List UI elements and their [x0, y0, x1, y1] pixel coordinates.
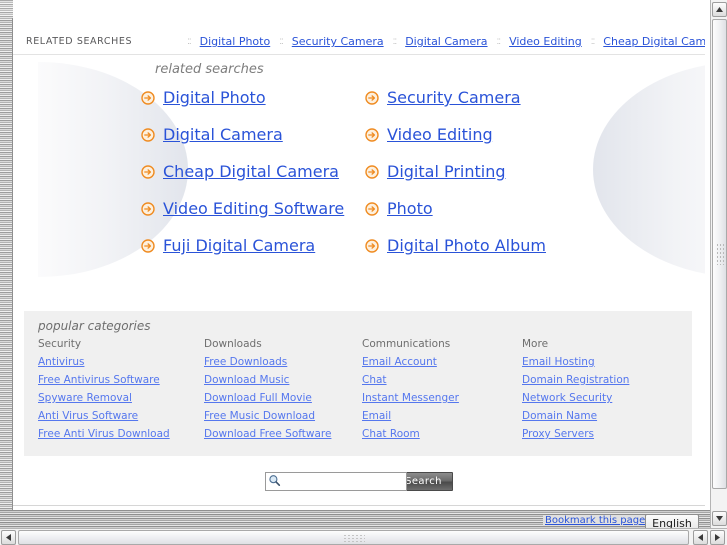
- related-search-item[interactable]: Video Editing Software: [141, 199, 365, 218]
- orange-arrow-circle-icon: [141, 90, 155, 105]
- related-search-item[interactable]: Digital Photo Album: [365, 236, 601, 255]
- category-link[interactable]: Chat: [362, 374, 522, 386]
- category-link[interactable]: Download Free Software: [204, 428, 362, 440]
- category-link[interactable]: Network Security: [522, 392, 692, 404]
- topbar-separator: ::: [392, 36, 397, 47]
- topbar-link-digital-photo[interactable]: Digital Photo: [200, 35, 271, 48]
- browser-window: RELATED SEARCHES :: Digital Photo :: Sec…: [0, 0, 727, 545]
- related-searches-grid: Digital Photo Security Camera Digital Ca…: [141, 88, 601, 255]
- scroll-down-button[interactable]: [712, 511, 727, 526]
- related-searches-block: related searches Digital Photo Security …: [141, 62, 601, 255]
- decorative-arc-right: [593, 62, 705, 277]
- topbar-separator: ::: [590, 36, 595, 47]
- orange-arrow-circle-icon: [365, 90, 379, 105]
- category-link[interactable]: Free Anti Virus Download: [38, 428, 204, 440]
- popular-categories-block: popular categories Security Antivirus Fr…: [24, 311, 692, 456]
- topbar-link-security-camera[interactable]: Security Camera: [292, 35, 384, 48]
- page-bottom-divider: [13, 505, 705, 506]
- topbar-link-video-editing[interactable]: Video Editing: [509, 35, 582, 48]
- scroll-up-button[interactable]: [712, 2, 727, 17]
- category-column-downloads: Downloads Free Downloads Download Music …: [204, 338, 362, 446]
- scroll-left-button[interactable]: [1, 530, 16, 545]
- bookmark-this-page-link[interactable]: Bookmark this page |: [543, 515, 654, 526]
- related-search-item[interactable]: Fuji Digital Camera: [141, 236, 365, 255]
- related-search-link[interactable]: Digital Camera: [163, 125, 283, 144]
- category-title: More: [522, 338, 549, 350]
- orange-arrow-circle-icon: [365, 238, 379, 253]
- related-search-link[interactable]: Video Editing Software: [163, 199, 344, 218]
- related-search-link[interactable]: Photo: [387, 199, 433, 218]
- related-searches-heading: related searches: [155, 62, 264, 77]
- orange-arrow-circle-icon: [141, 238, 155, 253]
- related-search-link[interactable]: Digital Photo: [163, 88, 266, 107]
- related-search-link[interactable]: Video Editing: [387, 125, 493, 144]
- category-link[interactable]: Download Full Movie: [204, 392, 362, 404]
- related-search-item[interactable]: Digital Camera: [141, 125, 365, 144]
- category-link[interactable]: Free Downloads: [204, 356, 362, 368]
- related-search-link[interactable]: Fuji Digital Camera: [163, 236, 315, 255]
- category-link[interactable]: Domain Name: [522, 410, 692, 422]
- popular-categories-columns: Security Antivirus Free Antivirus Softwa…: [38, 338, 692, 446]
- related-search-item[interactable]: Video Editing: [365, 125, 601, 144]
- related-search-link[interactable]: Cheap Digital Camera: [163, 162, 339, 181]
- orange-arrow-circle-icon: [141, 127, 155, 142]
- topbar-separator: ::: [279, 36, 283, 47]
- category-column-more: More Email Hosting Domain Registration N…: [522, 338, 692, 446]
- scroll-right-button[interactable]: [710, 530, 725, 545]
- related-searches-topbar: RELATED SEARCHES :: Digital Photo :: Sec…: [13, 29, 705, 55]
- horizontal-scrollbar[interactable]: [0, 528, 727, 545]
- category-column-security: Security Antivirus Free Antivirus Softwa…: [38, 338, 204, 446]
- orange-arrow-circle-icon: [141, 201, 155, 216]
- top-left-chrome-texture: [0, 0, 13, 18]
- search-form: Search: [13, 472, 705, 491]
- search-input-wrapper: [265, 472, 408, 491]
- related-search-item[interactable]: Photo: [365, 199, 601, 218]
- category-link[interactable]: Free Music Download: [204, 410, 362, 422]
- category-column-communications: Communications Email Account Chat Instan…: [362, 338, 522, 446]
- scroll-left-step-button[interactable]: [693, 530, 708, 545]
- category-link[interactable]: Email: [362, 410, 522, 422]
- category-link[interactable]: Email Hosting: [522, 356, 692, 368]
- category-link[interactable]: Proxy Servers: [522, 428, 692, 440]
- category-title: Communications: [362, 338, 451, 350]
- category-link[interactable]: Download Music: [204, 374, 362, 386]
- category-link[interactable]: Email Account: [362, 356, 522, 368]
- category-link[interactable]: Domain Registration: [522, 374, 692, 386]
- search-input[interactable]: [265, 472, 408, 491]
- category-link[interactable]: Chat Room: [362, 428, 522, 440]
- orange-arrow-circle-icon: [365, 127, 379, 142]
- page-content: RELATED SEARCHES :: Digital Photo :: Sec…: [13, 0, 705, 510]
- category-link[interactable]: Antivirus: [38, 356, 204, 368]
- category-title: Security: [38, 338, 82, 350]
- related-search-link[interactable]: Security Camera: [387, 88, 521, 107]
- horizontal-scrollbar-thumb[interactable]: [18, 530, 689, 545]
- category-link[interactable]: Anti Virus Software: [38, 410, 204, 422]
- related-search-link[interactable]: Digital Printing: [387, 162, 506, 181]
- related-search-item[interactable]: Security Camera: [365, 88, 601, 107]
- orange-arrow-circle-icon: [365, 201, 379, 216]
- related-search-link[interactable]: Digital Photo Album: [387, 236, 546, 255]
- category-title: Downloads: [204, 338, 262, 350]
- scrollbar-grip: [716, 243, 725, 265]
- related-search-item[interactable]: Digital Printing: [365, 162, 601, 181]
- category-link[interactable]: Spyware Removal: [38, 392, 204, 404]
- related-search-item[interactable]: Digital Photo: [141, 88, 365, 107]
- vertical-scrollbar-thumb[interactable]: [712, 19, 727, 489]
- popular-categories-heading: popular categories: [38, 319, 151, 333]
- left-chrome-texture: [0, 0, 13, 528]
- orange-arrow-circle-icon: [365, 164, 379, 179]
- topbar-separator: ::: [187, 36, 191, 47]
- category-link[interactable]: Instant Messenger: [362, 392, 522, 404]
- vertical-scrollbar[interactable]: [710, 0, 727, 528]
- topbar-link-digital-camera[interactable]: Digital Camera: [405, 35, 487, 48]
- topbar-link-cheap-digital-camera[interactable]: Cheap Digital Camera: [603, 35, 705, 48]
- topbar-title: RELATED SEARCHES: [26, 36, 133, 47]
- scrollbar-grip: [342, 534, 365, 543]
- related-search-item[interactable]: Cheap Digital Camera: [141, 162, 365, 181]
- orange-arrow-circle-icon: [141, 164, 155, 179]
- category-link[interactable]: Free Antivirus Software: [38, 374, 204, 386]
- topbar-separator: ::: [496, 36, 501, 47]
